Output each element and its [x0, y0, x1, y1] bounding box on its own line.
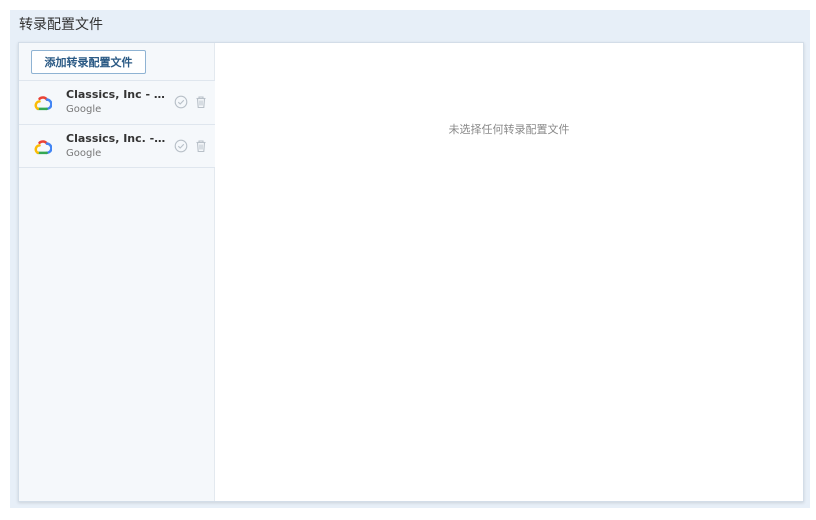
profiles-panel: 添加转录配置文件 Classics, Inc - Spanish Google [18, 42, 804, 502]
check-circle-icon[interactable] [174, 139, 188, 153]
check-circle-icon[interactable] [174, 95, 188, 109]
google-cloud-icon [34, 140, 52, 155]
transcription-profiles-page: 转录配置文件 添加转录配置文件 Classics, Inc - Spanish … [10, 10, 810, 508]
profile-provider: Google [66, 104, 102, 115]
list-item[interactable]: Classics, Inc - Spanish Google [19, 80, 215, 124]
trash-icon[interactable] [194, 139, 208, 153]
profile-title: Classics, Inc. - English [66, 132, 168, 145]
google-cloud-icon [34, 96, 52, 111]
profile-provider: Google [66, 148, 102, 159]
profiles-list: Classics, Inc - Spanish Google [19, 80, 215, 168]
empty-state-message: 未选择任何转录配置文件 [448, 123, 570, 136]
add-transcription-profile-button[interactable]: 添加转录配置文件 [31, 50, 146, 74]
profile-title: Classics, Inc - Spanish [66, 88, 168, 101]
page-title: 转录配置文件 [19, 17, 103, 33]
trash-icon[interactable] [194, 95, 208, 109]
profiles-sidebar: 添加转录配置文件 Classics, Inc - Spanish Google [19, 43, 215, 501]
list-item[interactable]: Classics, Inc. - English Google [19, 124, 215, 168]
